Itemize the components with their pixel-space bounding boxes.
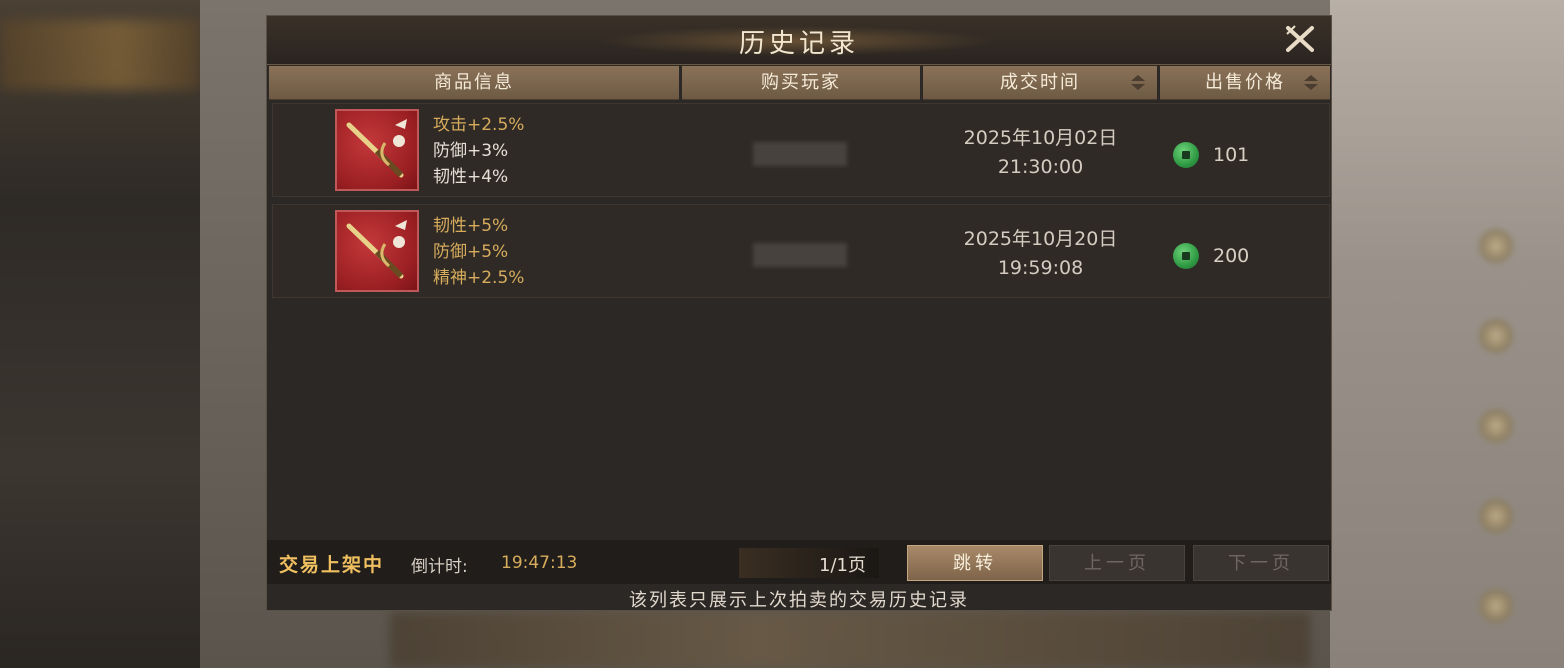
countdown-label: 倒计时: <box>411 557 468 577</box>
jade-coin-icon <box>1173 243 1199 269</box>
dagger-glyph <box>346 220 407 279</box>
jump-button[interactable]: 跳转 <box>907 545 1043 581</box>
jade-coin-icon <box>1173 142 1199 168</box>
background-ornament <box>1478 408 1514 444</box>
header-item-info: 商品信息 <box>269 66 679 100</box>
dialog-title: 历史记录 <box>738 29 859 59</box>
header-sale-price-label: 出售价格 <box>1205 72 1285 93</box>
header-buyer: 购买玩家 <box>682 66 920 100</box>
item-attribute: 攻击+2.5% <box>433 115 525 135</box>
item-attribute: 防御+5% <box>433 242 509 262</box>
dagger-glyph <box>346 119 407 178</box>
deal-date: 2025年10月20日 <box>963 228 1118 250</box>
buyer-name-redacted <box>753 142 847 166</box>
history-dialog: 历史记录 商品信息 购买玩家 成交时间 出售价格 攻击+2.5% 防御+3% 韧… <box>266 15 1332 611</box>
table-row[interactable]: 攻击+2.5% 防御+3% 韧性+4% 2025年10月02日 21:30:00… <box>272 103 1330 197</box>
item-attribute: 韧性+5% <box>433 216 509 236</box>
next-page-button[interactable]: 下一页 <box>1193 545 1329 581</box>
countdown-timer: 19:47:13 <box>501 553 578 573</box>
header-deal-time-label: 成交时间 <box>1000 72 1080 93</box>
header-sale-price[interactable]: 出售价格 <box>1160 66 1330 100</box>
deal-time: 21:30:00 <box>997 156 1084 178</box>
sale-price: 101 <box>1213 144 1250 166</box>
item-attribute: 韧性+4% <box>433 167 509 187</box>
background-ornament <box>1478 588 1514 624</box>
deal-date: 2025年10月02日 <box>963 127 1118 149</box>
close-icon-glyph <box>1286 25 1314 52</box>
item-attribute: 精神+2.5% <box>433 268 525 288</box>
trade-status: 交易上架中 <box>279 554 385 576</box>
dagger-item-icon[interactable] <box>335 210 419 292</box>
background-left-panel <box>0 0 200 668</box>
prev-page-button[interactable]: 上一页 <box>1049 545 1185 581</box>
background-right-panel <box>1330 0 1564 668</box>
background-ornament <box>1478 228 1514 264</box>
item-attribute: 防御+3% <box>433 141 509 161</box>
deal-time: 19:59:08 <box>997 257 1084 279</box>
buyer-name-redacted <box>753 243 847 267</box>
background-bottom-bar <box>390 612 1310 668</box>
background-ornament <box>1478 498 1514 534</box>
dialog-footer: 交易上架中 倒计时: 19:47:13 1/1页 跳转 上一页 下一页 <box>267 540 1331 584</box>
table-row[interactable]: 韧性+5% 防御+5% 精神+2.5% 2025年10月20日 19:59:08… <box>272 204 1330 298</box>
dialog-titlebar: 历史记录 <box>267 16 1331 65</box>
dagger-item-icon[interactable] <box>335 109 419 191</box>
sort-arrows-icon[interactable] <box>1304 75 1318 91</box>
page-indicator: 1/1页 <box>819 555 866 576</box>
background-left-highlight <box>0 20 200 90</box>
sale-price: 200 <box>1213 245 1250 267</box>
header-deal-time[interactable]: 成交时间 <box>923 66 1157 100</box>
sort-arrows-icon[interactable] <box>1131 75 1145 91</box>
history-notice: 该列表只展示上次拍卖的交易历史记录 <box>629 590 969 611</box>
close-icon[interactable] <box>1283 22 1317 56</box>
background-ornament <box>1478 318 1514 354</box>
